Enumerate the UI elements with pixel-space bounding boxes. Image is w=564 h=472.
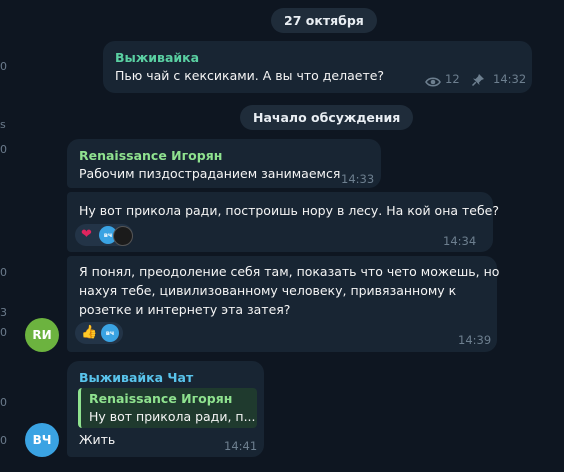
edge-glyph: 0: [0, 266, 7, 279]
reply-text: Ну вот прикола ради, п...: [89, 409, 256, 424]
message-text-line: розетке и интернету эта затея?: [79, 302, 291, 317]
reply-author: Renaissance Игорян: [89, 391, 233, 406]
views-count: 12: [445, 72, 460, 86]
message-text: Жить: [79, 432, 116, 447]
message-text: Ну вот прикола ради, построишь нору в ле…: [79, 203, 500, 218]
pin-icon: [471, 72, 485, 87]
message-time: 14:34: [443, 234, 477, 248]
message-bubble[interactable]: Ну вот прикола ради, построишь нору в ле…: [67, 192, 499, 252]
reactor-avatar: вч: [101, 324, 119, 342]
message-bubble[interactable]: Я понял, преодоление себя там, показать …: [67, 256, 500, 352]
heart-icon: ❤: [81, 227, 92, 242]
message-text-line: Я понял, преодоление себя там, показать …: [79, 264, 500, 279]
chat-list-edge: 0 s 0 0 3 0 0 0: [0, 0, 14, 472]
reactor-avatar: [113, 226, 133, 246]
discussion-start-separator: Начало обсуждения: [240, 105, 414, 130]
reaction-heart[interactable]: ❤ вч: [75, 224, 133, 246]
post-text: Пью чай с кексиками. А вы что делаете?: [115, 68, 385, 83]
message-bubble[interactable]: Renaissance Игорян Рабочим пиздострадани…: [67, 139, 381, 188]
message-bubble[interactable]: Выживайка Чат Renaissance Игорян Ну вот …: [67, 361, 264, 457]
edge-glyph: 0: [0, 60, 7, 73]
edge-glyph: 0: [0, 326, 7, 339]
edge-glyph: 3: [0, 306, 7, 319]
edge-glyph: s: [0, 118, 6, 131]
message-author[interactable]: Renaissance Игорян: [79, 148, 222, 163]
edge-glyph: 0: [0, 434, 7, 447]
message-text: Рабочим пиздостраданием занимаемся: [79, 166, 341, 181]
edge-glyph: 0: [0, 396, 7, 409]
reaction-thumbs-up[interactable]: 👍 вч: [75, 322, 123, 344]
thumbs-up-icon: 👍: [81, 325, 98, 340]
post-time: 14:32: [493, 72, 527, 86]
message-author[interactable]: Выживайка Чат: [79, 370, 193, 385]
edge-glyph: 0: [0, 143, 7, 156]
message-time: 14:33: [341, 172, 375, 186]
message-text-line: нахуя тебе, цивилизованному человеку, пр…: [79, 283, 457, 298]
message-time: 14:41: [224, 439, 258, 453]
date-separator: 27 октября: [271, 8, 377, 33]
post-author[interactable]: Выживайка: [115, 50, 199, 65]
views-icon: [425, 73, 441, 87]
avatar[interactable]: RИ: [25, 318, 59, 352]
message-time: 14:39: [458, 333, 492, 347]
channel-post-bubble[interactable]: Выживайка Пью чай с кексиками. А вы что …: [103, 41, 532, 93]
avatar[interactable]: ВЧ: [25, 423, 59, 457]
reply-quote[interactable]: Renaissance Игорян Ну вот прикола ради, …: [78, 388, 257, 428]
